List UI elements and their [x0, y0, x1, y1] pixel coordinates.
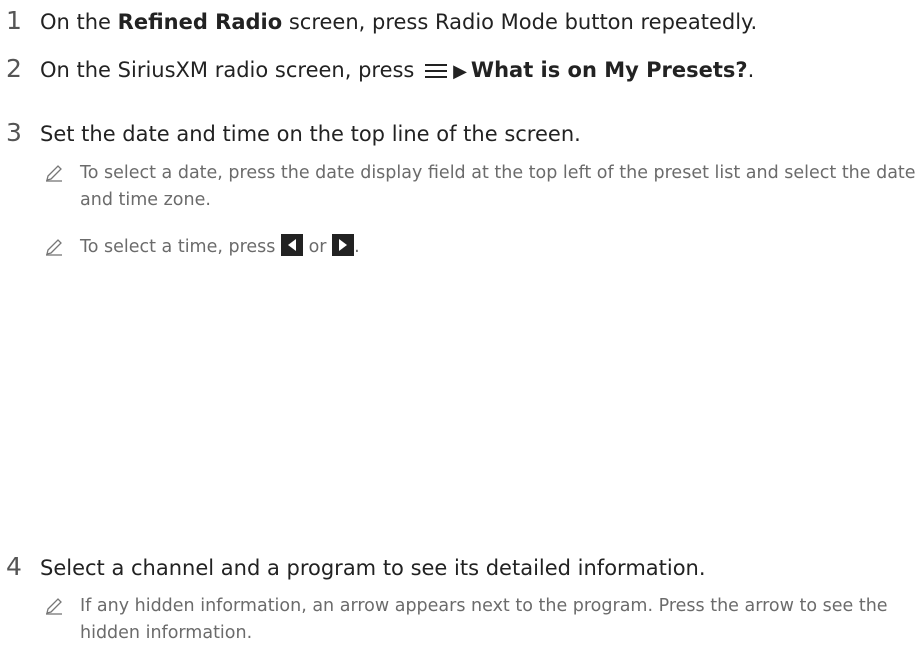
step-2: 2 On the SiriusXM radio screen, press ▶ W… — [0, 54, 754, 84]
note-time: To select a time, press or . — [44, 234, 923, 266]
step-number: 2 — [6, 54, 22, 83]
pencil-icon — [44, 593, 80, 625]
step-text: On the SiriusXM radio screen, press ▶ Wha… — [40, 58, 755, 84]
pencil-icon — [44, 160, 80, 192]
step-number: 1 — [6, 6, 22, 35]
step-4: 4 Select a channel and a program to see … — [0, 552, 706, 581]
step-1: 1 On the Refined Radio screen, press Rad… — [0, 6, 757, 35]
note-hidden-info: If any hidden information, an arrow appe… — [44, 593, 923, 647]
step-number: 3 — [6, 118, 22, 147]
step-3: 3 Set the date and time on the top line … — [0, 118, 581, 147]
step-text: On the Refined Radio screen, press Radio… — [40, 10, 758, 34]
step-text: Select a channel and a program to see it… — [40, 556, 706, 580]
note-text: If any hidden information, an arrow appe… — [80, 596, 888, 643]
right-arrow-button-icon — [332, 234, 355, 256]
pencil-icon — [44, 234, 80, 266]
step-number: 4 — [6, 552, 22, 581]
note-text: To select a time, press or . — [80, 234, 923, 261]
note-date: To select a date, press the date display… — [44, 160, 923, 214]
menu-icon — [425, 60, 448, 84]
note-text: To select a date, press the date display… — [80, 163, 916, 210]
arrow-right-icon: ▶ — [453, 61, 467, 82]
screen-name: Refined Radio — [117, 10, 283, 34]
menu-item-name: What is on My Presets? — [470, 58, 748, 82]
left-arrow-button-icon — [281, 234, 303, 256]
step-text: Set the date and time on the top line of… — [40, 122, 581, 146]
